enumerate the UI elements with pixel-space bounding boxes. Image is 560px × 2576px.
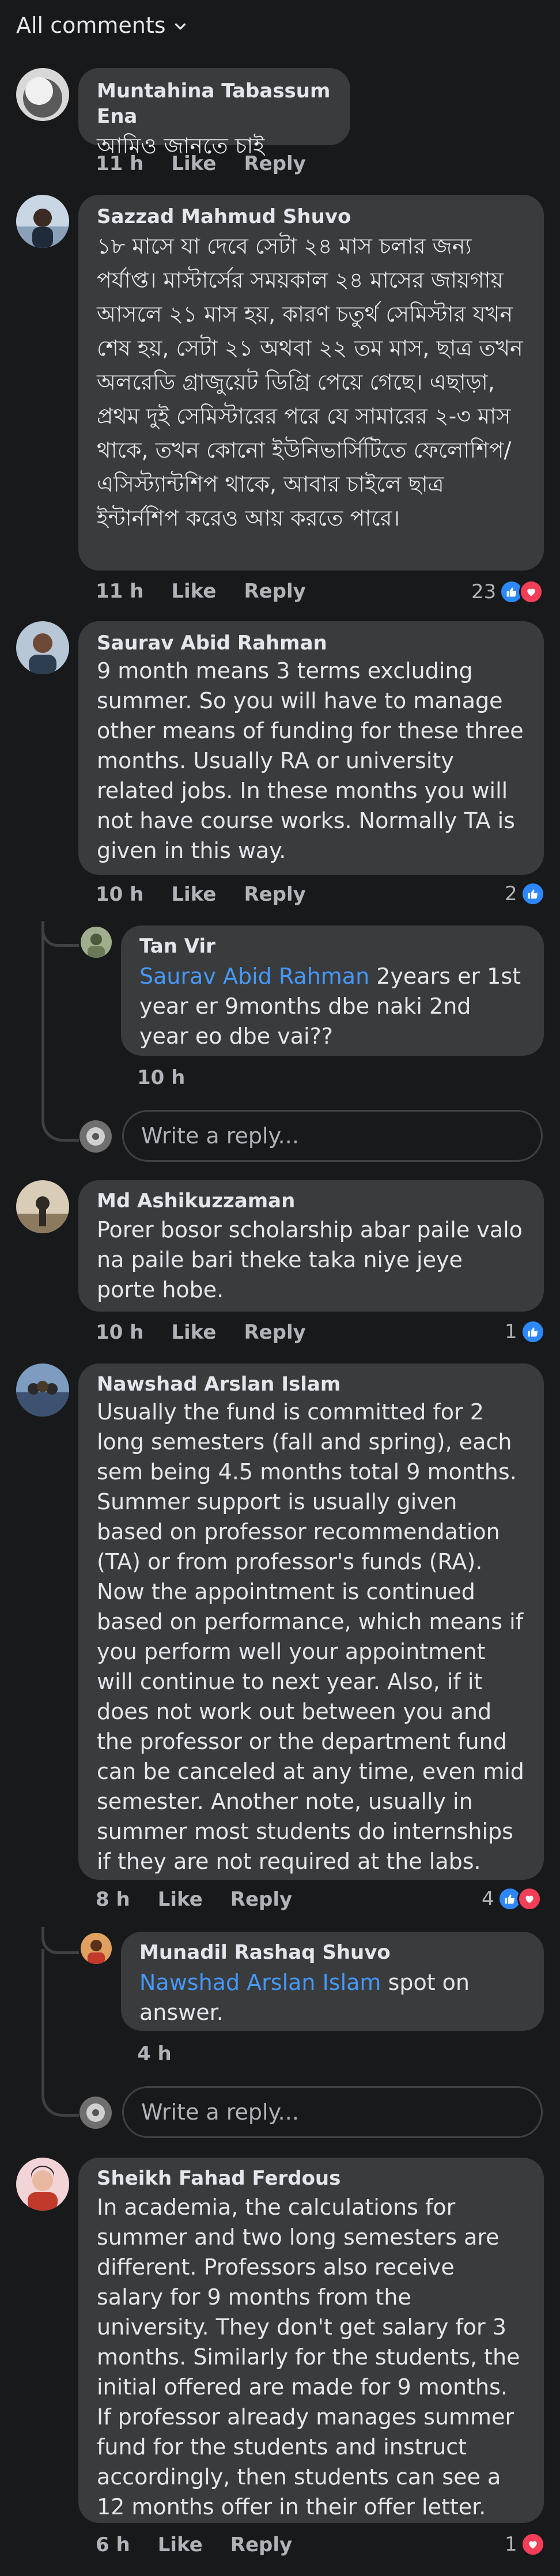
like-reaction-icon [520,882,545,906]
like-button[interactable]: Like [171,1321,216,1344]
comment-time[interactable]: 10 h [96,883,143,906]
comment-bubble: Saurav Abid Rahman 9 month means 3 terms… [78,621,544,875]
reaction-count: 23 [471,580,497,603]
comment-time[interactable]: 10 h [96,1321,143,1344]
comment-actions: 11 h Like Reply [96,152,306,175]
comment-author[interactable]: Sheikh Fahad Ferdous [97,2166,525,2191]
reply-button[interactable]: Reply [244,1321,305,1344]
write-reply-input[interactable]: Write a reply... [122,2086,543,2138]
reaction-summary[interactable]: 1 [505,2532,545,2556]
avatar[interactable] [16,68,69,121]
love-reaction-icon [517,1887,542,1911]
write-reply-input[interactable]: Write a reply... [122,1110,543,1162]
comment-author[interactable]: Nawshad Arslan Islam [97,1372,525,1397]
reaction-count: 1 [505,1320,517,1343]
reply-bubble: Munadil Rashaq Shuvo Nawshad Arslan Isla… [121,1932,544,2031]
comment-text: Porer bosor scholarship abar paile valo … [97,1217,523,1302]
avatar[interactable] [16,2158,69,2211]
reaction-summary[interactable]: 23 [471,580,544,604]
comment-author[interactable]: Sazzad Mahmud Shuvo [97,204,525,229]
comment-time[interactable]: 8 h [96,1888,130,1911]
reply-time[interactable]: 4 h [137,2042,172,2065]
reaction-count: 4 [482,1887,494,1910]
mention-link[interactable]: Saurav Abid Rahman [139,964,369,989]
thread-connector [41,2064,79,2117]
mention-link[interactable]: Nawshad Arslan Islam [139,1970,381,1995]
chevron-down-icon [175,23,186,30]
comment-author[interactable]: Muntahina Tabassum Ena [97,78,332,129]
comment-bubble: Muntahina Tabassum Ena আমিও জানতে চাই [78,68,350,158]
like-button[interactable]: Like [171,152,216,175]
reaction-summary[interactable]: 4 [482,1887,542,1911]
comment-text: ১৮ মাসে যা দেবে সেটা ২৪ মাস চলার জন্য পর… [97,233,523,531]
comment-actions: 11 h Like Reply [96,580,306,603]
comment-actions: 6 h Like Reply [96,2533,292,2556]
like-reaction-icon [520,1320,545,1344]
reply-time[interactable]: 10 h [137,1066,185,1089]
reaction-count: 2 [505,882,517,905]
avatar[interactable] [16,195,69,248]
comment-author[interactable]: Md Ashikuzzaman [97,1188,525,1214]
reaction-count: 1 [505,2533,517,2556]
love-reaction-icon [520,2532,545,2556]
reply-button[interactable]: Reply [230,2533,292,2556]
reply-author[interactable]: Munadil Rashaq Shuvo [139,1940,525,1965]
comment-actions: 10 h Like Reply [96,1321,306,1344]
reaction-summary[interactable]: 2 [505,882,545,906]
avatar[interactable] [80,2097,112,2129]
comment-text: In academia, the calculations for summer… [97,2194,520,2520]
comment-bubble: Nawshad Arslan Islam Usually the fund is… [78,1363,544,1880]
thread-connector [41,921,79,947]
comment-bubble: Sheikh Fahad Ferdous In academia, the ca… [78,2158,544,2523]
comment-time[interactable]: 11 h [96,152,143,175]
comment-time[interactable]: 6 h [96,2533,130,2556]
comment-actions: 10 h Like Reply [96,883,306,906]
love-reaction-icon [519,580,544,604]
avatar[interactable] [80,1120,112,1153]
reply-author[interactable]: Tan Vir [139,934,525,959]
like-button[interactable]: Like [158,2533,203,2556]
comment-actions: 8 h Like Reply [96,1888,292,1911]
reply-button[interactable]: Reply [244,580,305,603]
reply-button[interactable]: Reply [230,1888,292,1911]
reply-actions: 10 h [137,1066,185,1089]
like-button[interactable]: Like [171,580,216,603]
reaction-summary[interactable]: 1 [505,1320,545,1344]
reply-bubble: Tan Vir Saurav Abid Rahman 2years er 1st… [121,926,544,1056]
thread-connector [41,1089,79,1142]
comment-text: Usually the fund is committed for 2 long… [97,1399,524,1874]
comment-filter-label: All comments [16,13,166,38]
reply-actions: 4 h [137,2042,172,2065]
comment-author[interactable]: Saurav Abid Rahman [97,630,525,656]
avatar[interactable] [81,1933,112,1964]
avatar[interactable] [16,1363,69,1417]
reply-button[interactable]: Reply [244,883,305,906]
comment-text: 9 month means 3 terms excluding summer. … [97,658,524,863]
avatar[interactable] [16,1180,69,1233]
comment-bubble: Sazzad Mahmud Shuvo ১৮ মাসে যা দেবে সেটা… [78,195,544,571]
reply-button[interactable]: Reply [244,152,305,175]
avatar[interactable] [16,621,69,674]
thread-connector [41,1927,79,1954]
reply-text: Saurav Abid Rahman 2years er 1st year er… [139,961,525,1051]
reply-text: Nawshad Arslan Islam spot on answer. [139,1967,525,2027]
comment-bubble: Md Ashikuzzaman Porer bosor scholarship … [78,1180,544,1312]
comment-filter-dropdown[interactable]: All comments [16,13,189,38]
like-button[interactable]: Like [171,883,216,906]
avatar[interactable] [81,927,112,958]
like-button[interactable]: Like [158,1888,203,1911]
comment-time[interactable]: 11 h [96,580,143,603]
